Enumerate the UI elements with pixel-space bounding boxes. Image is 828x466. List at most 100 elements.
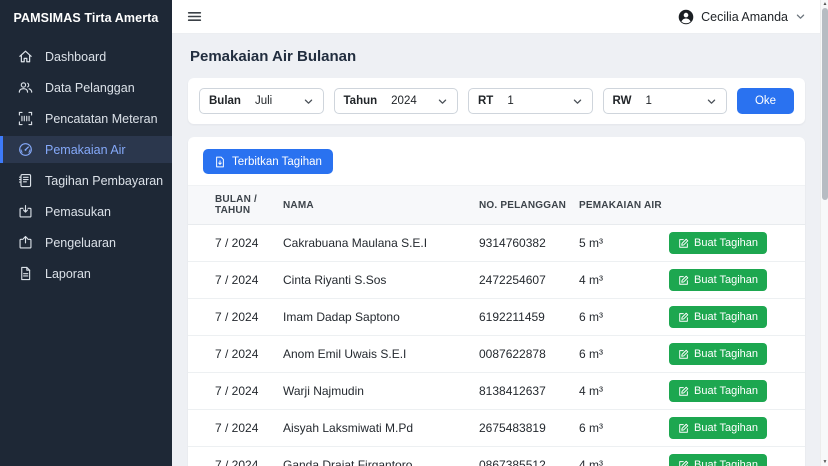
topbar: Cecilia Amanda [172,0,828,34]
sidebar-item-label: Data Pelanggan [45,81,135,95]
buat-tagihan-label: Buat Tagihan [694,422,758,434]
page-content: Pemakaian Air Bulanan BulanJuli Tahun2024… [172,34,828,466]
scrollbar[interactable]: ▲ ▼ [820,0,828,466]
buat-tagihan-button[interactable]: Buat Tagihan [669,417,767,439]
pencil-square-icon [678,386,689,397]
table-row: 7 / 2024Ganda Drajat Firgantoro086738551… [188,447,805,466]
pencil-square-icon [678,238,689,249]
cell-action: Buat Tagihan [669,299,805,336]
sidebar-item-label: Laporan [45,267,91,281]
sidebar-item-pencatatan-meteran[interactable]: Pencatatan Meteran [0,105,172,132]
cell-customer-no: 2675483819 [479,410,579,447]
user-menu[interactable]: Cecilia Amanda [678,9,806,25]
menu-toggle-icon[interactable] [186,8,203,25]
scroll-up-arrow[interactable]: ▲ [821,0,828,8]
page-title: Pemakaian Air Bulanan [190,48,805,65]
box-arrow-in-icon [18,204,33,219]
cell-action: Buat Tagihan [669,373,805,410]
sidebar-item-pengeluaran[interactable]: Pengeluaran [0,229,172,256]
home-icon [18,49,33,64]
meter-scan-icon [18,111,33,126]
cell-usage: 6 m³ [579,336,669,373]
scroll-down-arrow[interactable]: ▼ [821,458,828,466]
table-row: 7 / 2024Aisyah Laksmiwati M.Pd2675483819… [188,410,805,447]
column-header: BULAN / TAHUN [188,186,283,225]
sidebar-item-laporan[interactable]: Laporan [0,260,172,287]
file-arrow-down-icon [214,156,226,168]
chevron-down-icon [437,96,448,107]
app-window: PAMSIMAS Tirta Amerta DashboardData Pela… [0,0,828,466]
file-text-icon [18,266,33,281]
cell-period: 7 / 2024 [188,447,283,466]
filter-select-rt[interactable]: RT1 [468,88,593,114]
chevron-down-icon [706,96,717,107]
cell-customer-no: 0087622878 [479,336,579,373]
filter-selected-value: 1 [507,95,513,107]
buat-tagihan-label: Buat Tagihan [694,348,758,360]
table-row: 7 / 2024Cakrabuana Maulana S.E.I93147603… [188,225,805,262]
column-header: NO. PELANGGAN [479,186,579,225]
sidebar-item-label: Dashboard [45,50,106,64]
sidebar-item-label: Tagihan Pembayaran [45,174,163,188]
filter-selected-value: 1 [645,95,651,107]
sidebar-item-dashboard[interactable]: Dashboard [0,43,172,70]
user-name: Cecilia Amanda [701,10,788,24]
chevron-down-icon [572,96,583,107]
cell-customer-no: 8138412637 [479,373,579,410]
buat-tagihan-button[interactable]: Buat Tagihan [669,343,767,365]
sidebar-item-label: Pemasukan [45,205,111,219]
sidebar: PAMSIMAS Tirta Amerta DashboardData Pela… [0,0,172,466]
cell-usage: 5 m³ [579,225,669,262]
chevron-down-icon [795,11,806,22]
oke-button[interactable]: Oke [737,88,794,114]
sidebar-item-data-pelanggan[interactable]: Data Pelanggan [0,74,172,101]
column-header: NAMA [283,186,479,225]
sidebar-item-label: Pencatatan Meteran [45,112,158,126]
buat-tagihan-button[interactable]: Buat Tagihan [669,306,767,328]
cell-name: Warji Najmudin [283,373,479,410]
filter-select-tahun[interactable]: Tahun2024 [334,88,459,114]
sidebar-item-pemakaian-air[interactable]: Pemakaian Air [0,136,172,163]
usage-table-card: Terbitkan Tagihan BULAN / TAHUNNAMANO. P… [188,137,805,466]
cell-usage: 6 m³ [579,410,669,447]
cell-action: Buat Tagihan [669,336,805,373]
filter-bar: BulanJuli Tahun2024 RT1 RW1 Oke [188,78,805,124]
cell-period: 7 / 2024 [188,262,283,299]
scrollbar-thumb[interactable] [822,8,828,200]
column-header-actions [669,186,805,225]
chevron-down-icon [303,96,314,107]
sidebar-menu: Dashboard Data Pelanggan Pencatatan Metera… [0,36,172,287]
sidebar-item-label: Pengeluaran [45,236,116,250]
cell-name: Aisyah Laksmiwati M.Pd [283,410,479,447]
cell-period: 7 / 2024 [188,225,283,262]
cell-name: Cakrabuana Maulana S.E.I [283,225,479,262]
cell-action: Buat Tagihan [669,262,805,299]
terbitkan-tagihan-button[interactable]: Terbitkan Tagihan [203,149,333,174]
sidebar-item-tagihan-pembayaran[interactable]: Tagihan Pembayaran [0,167,172,194]
buat-tagihan-button[interactable]: Buat Tagihan [669,380,767,402]
box-arrow-out-icon [18,235,33,250]
table-row: 7 / 2024Cinta Riyanti S.Sos24722546074 m… [188,262,805,299]
pencil-square-icon [678,423,689,434]
buat-tagihan-button[interactable]: Buat Tagihan [669,269,767,291]
cell-period: 7 / 2024 [188,410,283,447]
cell-period: 7 / 2024 [188,373,283,410]
table-header-row: BULAN / TAHUNNAMANO. PELANGGANPEMAKAIAN … [188,186,805,225]
cell-action: Buat Tagihan [669,447,805,466]
person-circle-icon [678,9,694,25]
cell-period: 7 / 2024 [188,336,283,373]
filter-selected-value: 2024 [391,95,417,107]
buat-tagihan-label: Buat Tagihan [694,237,758,249]
pencil-square-icon [678,349,689,360]
sidebar-item-label: Pemakaian Air [45,143,126,157]
cell-usage: 4 m³ [579,447,669,466]
buat-tagihan-button[interactable]: Buat Tagihan [669,454,767,466]
buat-tagihan-button[interactable]: Buat Tagihan [669,232,767,254]
table-row: 7 / 2024Imam Dadap Saptono61922114596 m³… [188,299,805,336]
table-body: 7 / 2024Cakrabuana Maulana S.E.I93147603… [188,225,805,466]
sidebar-item-pemasukan[interactable]: Pemasukan [0,198,172,225]
column-header: PEMAKAIAN AIR [579,186,669,225]
users-icon [18,80,33,95]
filter-select-rw[interactable]: RW1 [603,88,728,114]
filter-select-bulan[interactable]: BulanJuli [199,88,324,114]
